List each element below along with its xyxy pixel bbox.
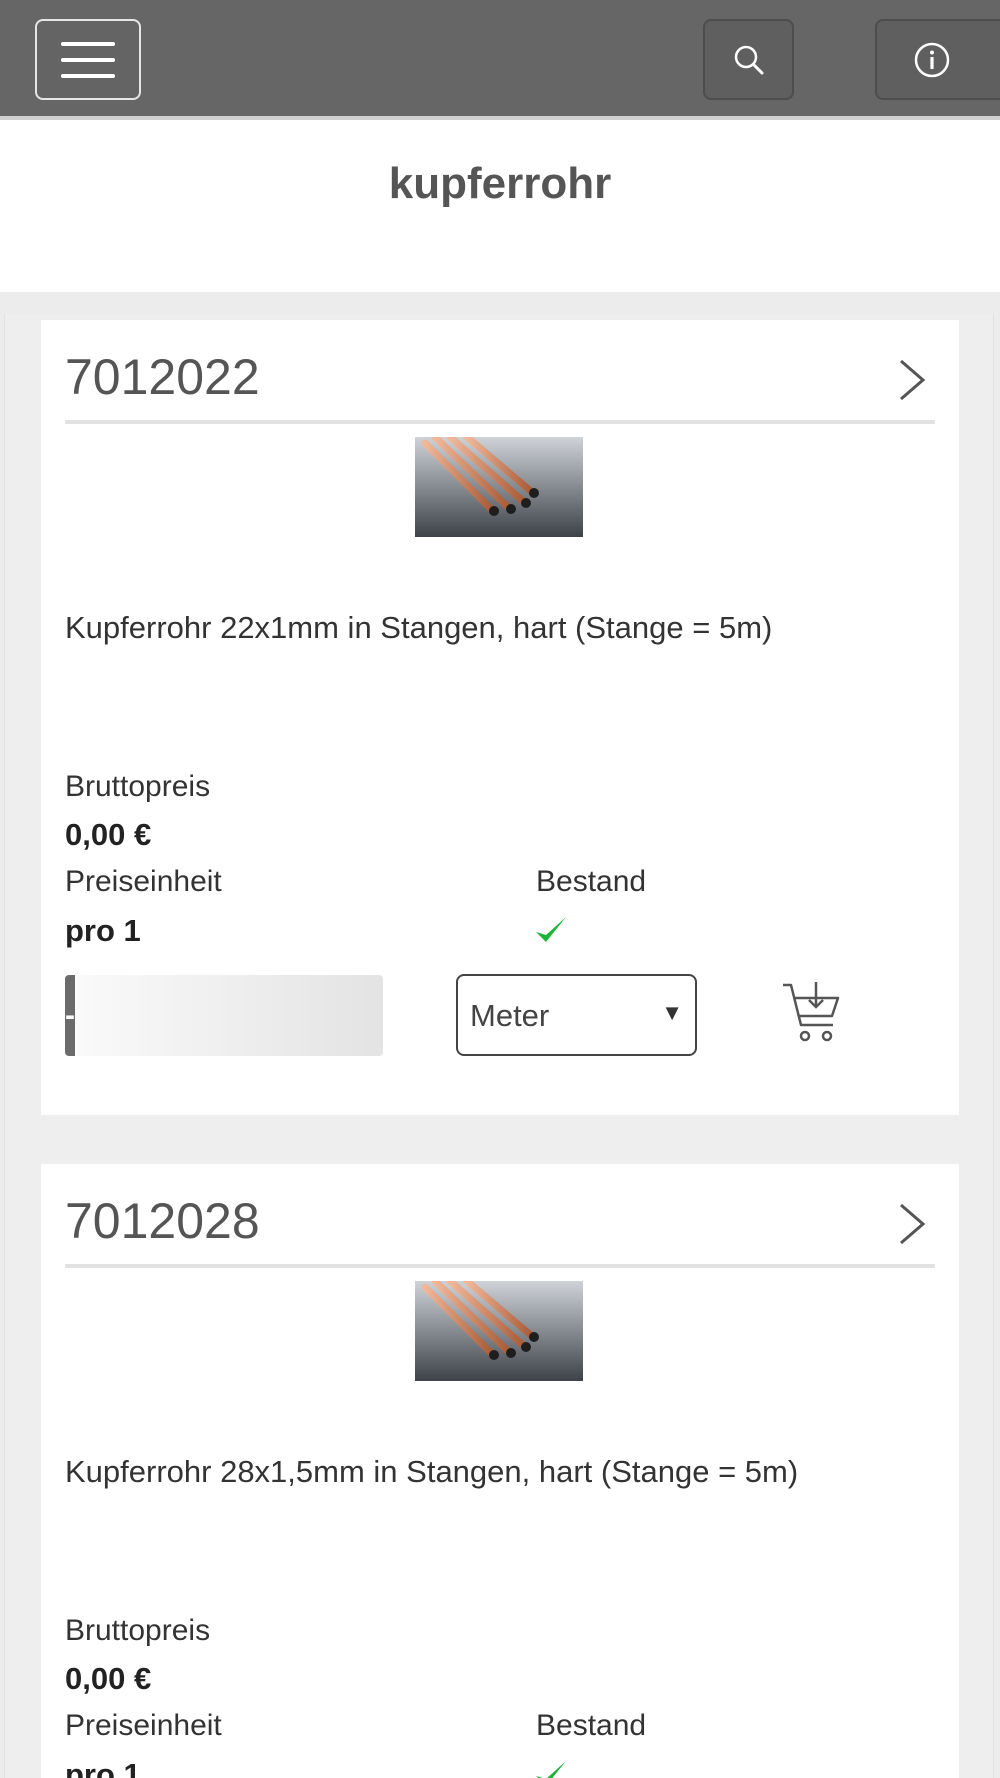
info-icon	[914, 42, 949, 77]
page-title: kupferrohr	[388, 159, 612, 208]
price-label: Bruttopreis	[65, 770, 211, 803]
price-unit-label: Preiseinheit	[65, 1709, 222, 1742]
checkmark-icon	[536, 917, 566, 942]
product-number[interactable]: 7012028	[65, 1192, 260, 1250]
stock-label: Bestand	[536, 865, 647, 898]
checkmark-icon	[536, 1761, 566, 1778]
product-card: 7012022 Kupferrohr 22x1mm in Stangen, ha…	[41, 320, 959, 1115]
search-button[interactable]	[703, 19, 794, 100]
quantity-input[interactable]	[75, 975, 383, 1056]
chevron-right-icon[interactable]	[897, 1202, 927, 1246]
info-button[interactable]	[875, 19, 1000, 100]
product-card-header[interactable]: 7012028	[65, 1164, 935, 1268]
hamburger-menu-icon	[61, 41, 115, 78]
product-description: Kupferrohr 22x1mm in Stangen, hart (Stan…	[65, 610, 773, 645]
decrease-quantity-button[interactable]: -	[65, 975, 75, 1056]
product-number[interactable]: 7012022	[65, 348, 260, 406]
price-label: Bruttopreis	[65, 1614, 211, 1647]
title-area: kupferrohr	[0, 124, 1000, 292]
unit-select[interactable]: Meter ▼	[456, 974, 697, 1056]
price-unit-value: pro 1	[65, 913, 141, 948]
stock-label: Bestand	[536, 1709, 647, 1742]
price-value: 0,00 €	[65, 817, 152, 852]
product-image[interactable]	[415, 1281, 583, 1381]
search-icon	[734, 45, 763, 74]
quantity-stepper: - +	[65, 975, 383, 1056]
product-description: Kupferrohr 28x1,5mm in Stangen, hart (St…	[65, 1454, 799, 1489]
dropdown-arrow-icon: ▼	[661, 1000, 683, 1025]
chevron-right-icon[interactable]	[897, 358, 927, 402]
page: kupferrohr 7012022 Kupferrohr 22x1mm in …	[0, 0, 1000, 1778]
product-card: 7012028 Kupferrohr 28x1,5mm in Stangen, …	[41, 1164, 959, 1778]
add-to-cart-icon[interactable]	[781, 980, 841, 1046]
menu-button[interactable]	[35, 19, 141, 100]
unit-select-value: Meter	[470, 998, 550, 1033]
price-value: 0,00 €	[65, 1661, 152, 1696]
price-unit-label: Preiseinheit	[65, 865, 222, 898]
price-unit-value: pro 1	[65, 1757, 141, 1778]
top-bar	[0, 0, 1000, 120]
product-card-header[interactable]: 7012022	[65, 320, 935, 424]
product-image[interactable]	[415, 437, 583, 537]
